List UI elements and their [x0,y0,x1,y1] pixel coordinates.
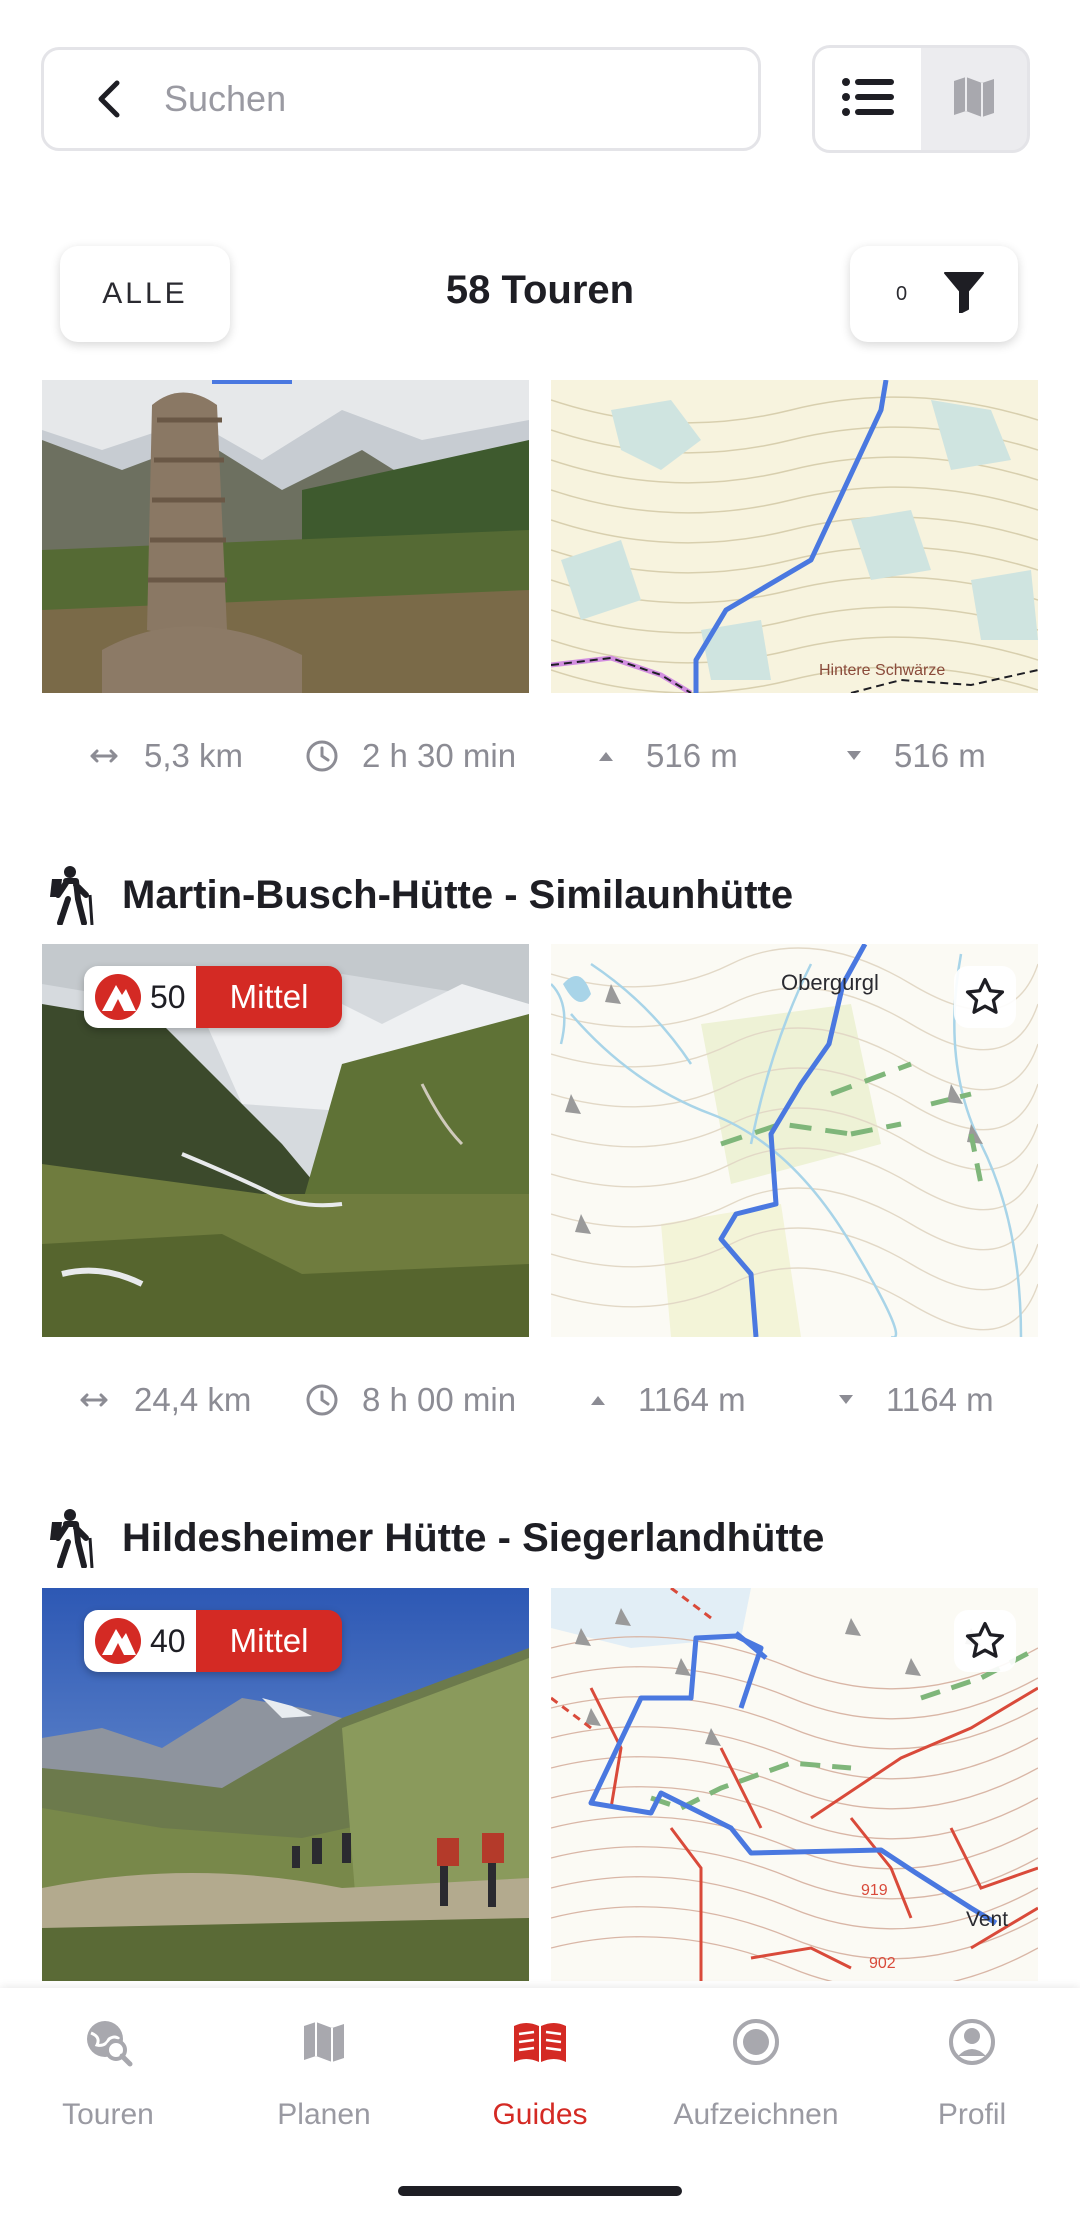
map-place-label: Obergurgl [781,970,879,995]
nav-profil[interactable]: Profil [864,2014,1080,2154]
nav-guides[interactable]: Guides [432,2014,648,2154]
tour-photo[interactable]: 40 Mittel [42,1588,529,1981]
tour-stats: 5,3 km 2 h 30 min 516 m 516 m [0,726,1080,786]
map-place-label: Hintere Schwärze [819,662,945,679]
map-place-label: Vent [966,1908,1008,1931]
ascent-icon [586,736,626,776]
mountain-logo-icon [94,973,142,1021]
ascent-icon [578,1380,618,1420]
clock-icon [302,736,342,776]
nav-aufzeichnen[interactable]: Aufzeichnen [648,2014,864,2154]
stat-descent: 1164 m [826,1370,994,1430]
record-icon [728,2014,784,2070]
mountain-logo-icon [94,1617,142,1665]
filter-button[interactable]: 0 [850,246,1018,342]
distance-icon [74,1380,114,1420]
nav-touren[interactable]: Touren [0,2014,216,2154]
list-icon [842,77,894,121]
list-view-button[interactable] [815,48,921,150]
difficulty-score: 50 [150,978,186,1015]
view-toggle [812,45,1030,153]
stat-duration: 8 h 00 min [302,1370,516,1430]
stat-descent: 516 m [834,726,986,786]
profile-icon [944,2014,1000,2070]
favorite-star-button[interactable] [954,966,1016,1028]
difficulty-badge: 50 Mittel [84,966,343,1028]
tour-photo[interactable]: 50 Mittel [42,944,529,1337]
descent-icon [834,736,874,776]
tour-list[interactable]: Hintere Schwärze 5,3 km 2 h 30 min 516 m… [0,380,1080,1988]
nav-planen[interactable]: Planen [216,2014,432,2154]
tour-photo[interactable] [42,380,529,693]
nav-label: Planen [277,2098,371,2131]
funnel-icon [944,271,984,318]
star-icon [963,1619,1007,1663]
stat-duration: 2 h 30 min [302,726,516,786]
distance-icon [84,736,124,776]
difficulty-label: Mittel [195,966,343,1028]
filter-count: 0 [896,282,908,305]
difficulty-score: 40 [150,1622,186,1659]
search-bar [41,47,761,151]
map-number-label: 902 [869,1955,896,1972]
tour-map[interactable]: Obergurgl [551,944,1038,1337]
back-arrow-icon[interactable] [82,71,138,127]
search-input[interactable] [164,78,724,120]
nav-label: Guides [492,2098,588,2131]
book-icon [512,2014,568,2070]
tour-name: Martin-Busch-Hütte - Similaunhütte [122,872,794,917]
home-indicator [398,2186,682,2196]
hiker-icon [46,865,94,926]
stat-distance: 5,3 km [84,726,243,786]
tour-map[interactable]: Hintere Schwärze [551,380,1038,693]
tour-name: Hildesheimer Hütte - Siegerlandhütte [122,1515,825,1560]
tour-header[interactable]: Martin-Busch-Hütte - Similaunhütte [46,860,793,930]
map-view-button[interactable] [921,48,1027,150]
tour-map[interactable]: Vent 919 902 [551,1588,1038,1981]
nav-label: Profil [937,2098,1007,2131]
tour-header[interactable]: Hildesheimer Hütte - Siegerlandhütte [46,1503,824,1573]
globe-search-icon [80,2014,136,2070]
stat-distance: 24,4 km [74,1370,251,1430]
tour-stats: 24,4 km 8 h 00 min 1164 m 1164 m [0,1370,1080,1430]
stat-ascent: 516 m [586,726,738,786]
nav-label: Aufzeichnen [673,2098,839,2131]
stat-ascent: 1164 m [578,1370,746,1430]
map-number-label: 919 [861,1882,888,1899]
favorite-star-button[interactable] [954,1610,1016,1672]
descent-icon [826,1380,866,1420]
difficulty-badge: 40 Mittel [84,1610,343,1672]
hiker-icon [46,1508,94,1569]
clock-icon [302,1380,342,1420]
star-icon [963,975,1007,1019]
map-icon [296,2014,352,2070]
nav-label: Touren [62,2098,154,2131]
difficulty-label: Mittel [195,1610,343,1672]
map-icon [952,75,996,124]
